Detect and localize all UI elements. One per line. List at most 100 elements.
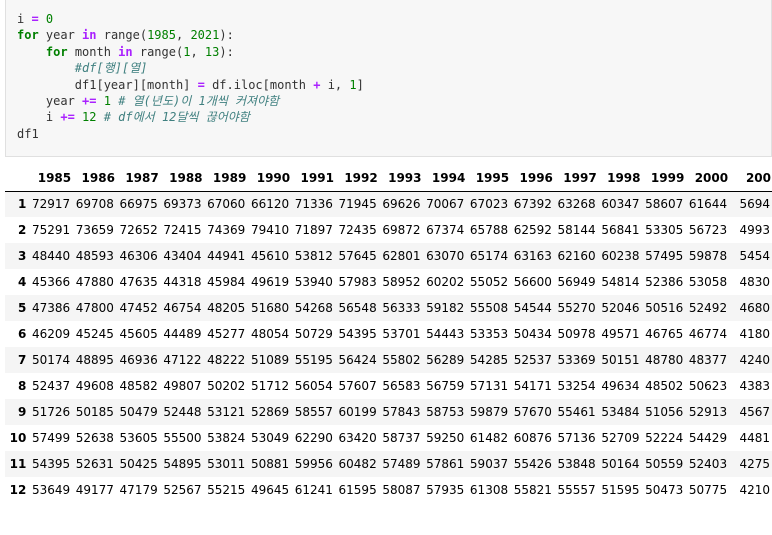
table-row: 9 51726 50185 50479 52448 53121 52869 58557 6019… (5, 399, 772, 425)
table-cell: 44489 (163, 327, 202, 341)
table-cell: 52537 (513, 353, 552, 367)
table-cell: 60238 (601, 249, 640, 263)
output-area: 1985 1986 1987 1988 1989 1990 1991 1992 1993 1994… (5, 157, 772, 535)
row-index: 3 (17, 249, 27, 263)
table-cell: 52913 (688, 405, 728, 419)
table-cell: 5454 (739, 249, 770, 263)
row-index: 12 (9, 483, 27, 497)
table-cell: 67023 (469, 197, 509, 212)
table-cell: 48377 (688, 353, 728, 367)
table-cell: 48780 (645, 353, 684, 367)
code-line: for year in range(1985, 2021): (17, 27, 364, 43)
code-token: = (197, 77, 205, 92)
table-cell: 61595 (338, 483, 377, 497)
column-header: 1992 (344, 170, 378, 185)
column-header: 1986 (81, 170, 115, 185)
code-token: df1 (17, 126, 39, 141)
table-cell: 67374 (426, 223, 465, 237)
table-cell: 47452 (119, 301, 158, 315)
table-cell: 50881 (250, 457, 290, 471)
row-index: 11 (9, 457, 27, 471)
table-cell: 53049 (250, 431, 290, 445)
table-cell: 71945 (338, 197, 377, 212)
table-cell: 54395 (31, 457, 71, 471)
code-token: range( (132, 44, 184, 59)
table-cell: 48502 (645, 379, 684, 393)
table-cell: 50185 (75, 405, 114, 419)
table-cell: 4680 (739, 301, 770, 315)
table-cell: 50623 (688, 379, 728, 393)
table-cell: 55821 (513, 483, 552, 497)
row-index: 5 (17, 301, 27, 315)
table-header-row: 1985 1986 1987 1988 1989 1990 1991 1992 1993 1994… (5, 165, 772, 191)
code-token: ): (219, 28, 234, 43)
table-row: 3 48440 48593 46306 43404 44941 45610 53812 5764… (5, 243, 772, 269)
column-header: 2000 (694, 170, 729, 185)
column-header: 1998 (607, 170, 641, 185)
code-line: i = 0 (17, 11, 364, 27)
table-cell: 52631 (75, 457, 114, 471)
table-cell: 59879 (469, 405, 509, 419)
column-header: 1997 (563, 170, 597, 185)
code-token: in (82, 28, 97, 43)
row-index: 1 (17, 197, 27, 212)
table-cell: 44941 (207, 249, 246, 263)
code-token: 1985 (147, 28, 176, 43)
table-cell: 69872 (382, 223, 421, 237)
table-cell: 48054 (250, 327, 290, 341)
table-cell: 67060 (207, 197, 246, 212)
row-index: 7 (17, 353, 27, 367)
table-cell: 52869 (250, 405, 290, 419)
table-cell: 47800 (75, 301, 114, 315)
table-cell: 73659 (75, 223, 114, 237)
row-index: 6 (17, 327, 27, 341)
table-cell: 54429 (688, 431, 728, 445)
table-cell: 52046 (601, 301, 640, 315)
table-cell: 69708 (75, 197, 114, 212)
table-row: 7 50174 48895 46936 47122 48222 51089 55195 5642… (5, 347, 772, 373)
code-token: in (118, 44, 133, 59)
table-cell: 53353 (469, 327, 509, 341)
table-cell: 53121 (207, 405, 246, 419)
table-cell: 50202 (207, 379, 246, 393)
table-cell: 53649 (31, 483, 71, 497)
table-cell: 52709 (601, 431, 640, 445)
table-cell: 58087 (382, 483, 421, 497)
table-cell: 50425 (119, 457, 158, 471)
table-cell: 63268 (557, 197, 596, 212)
table-cell: 52386 (645, 275, 684, 289)
table-cell: 60876 (513, 431, 552, 445)
table-cell: 59878 (688, 249, 728, 263)
table-cell: 56333 (382, 301, 421, 315)
table-cell: 4567 (739, 405, 770, 419)
code-editor[interactable]: i = 0 for year in range(1985, 2021): for … (17, 11, 364, 142)
code-cell[interactable]: i = 0 for year in range(1985, 2021): for … (5, 0, 772, 157)
table-cell: 72415 (163, 223, 202, 237)
table-cell: 50164 (601, 457, 640, 471)
table-cell: 61241 (294, 483, 333, 497)
table-cell: 58753 (426, 405, 465, 419)
dataframe-table: 1985 1986 1987 1988 1989 1990 1991 1992 1993 1994… (5, 165, 772, 503)
table-cell: 55500 (163, 431, 202, 445)
table-cell: 53058 (688, 275, 728, 289)
table-cell: 57489 (382, 457, 421, 471)
table-cell: 49807 (163, 379, 202, 393)
table-cell: 54285 (469, 353, 509, 367)
column-header: 1996 (519, 170, 553, 185)
table-cell: 67392 (513, 197, 552, 212)
column-header: 1988 (169, 170, 203, 185)
table-cell: 58144 (557, 223, 596, 237)
code-line: df1 (17, 126, 364, 142)
table-cell: 52638 (75, 431, 114, 445)
table-cell: 57935 (426, 483, 465, 497)
table-cell: 48205 (207, 301, 246, 315)
table-cell: 4275 (739, 457, 770, 471)
code-token: #df[행][열] (74, 61, 148, 76)
table-cell: 45610 (250, 249, 290, 263)
code-token: 13 (204, 44, 220, 59)
table-cell: 79410 (250, 223, 290, 237)
column-header: 1993 (388, 170, 422, 185)
